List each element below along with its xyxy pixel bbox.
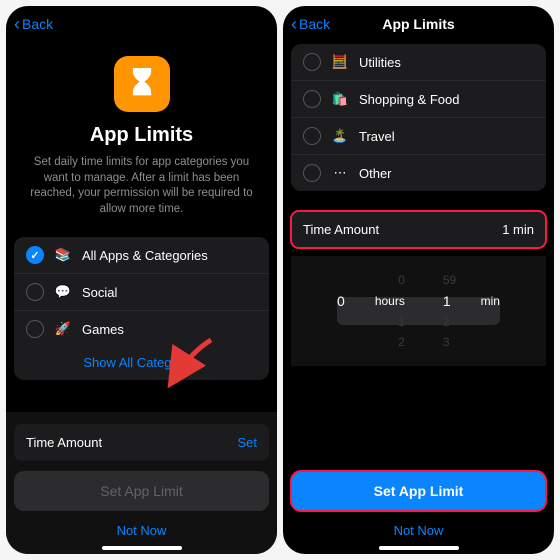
other-icon: ⋯ (331, 164, 349, 182)
category-row-other[interactable]: ⋯ Other (291, 154, 546, 191)
category-label: All Apps & Categories (82, 248, 208, 263)
picker-faded-value: 3 (443, 335, 450, 349)
category-list: 📚 All Apps & Categories 💬 Social 🚀 Games… (14, 237, 269, 380)
back-label: Back (299, 16, 330, 32)
bottom-section: Time Amount Set Set App Limit Not Now (6, 412, 277, 554)
category-label: Other (359, 166, 392, 181)
picker-min-value: 1 (443, 293, 451, 309)
category-row-social[interactable]: 💬 Social (14, 273, 269, 310)
category-row-all[interactable]: 📚 All Apps & Categories (14, 237, 269, 273)
social-icon: 💬 (54, 283, 72, 301)
home-indicator (379, 546, 459, 550)
back-label: Back (22, 16, 53, 32)
travel-icon: 🏝️ (331, 127, 349, 145)
radio-icon (26, 320, 44, 338)
picker-faded-value: 2 (398, 335, 405, 349)
page-description: Set daily time limits for app categories… (24, 155, 259, 217)
category-row-utilities[interactable]: 🧮 Utilities (291, 44, 546, 80)
category-label: Social (82, 285, 117, 300)
games-icon: 🚀 (54, 320, 72, 338)
picker-hours-value: 0 (337, 293, 345, 309)
nav-bar: ‹ Back (6, 6, 277, 42)
category-row-travel[interactable]: 🏝️ Travel (291, 117, 546, 154)
time-amount-label: Time Amount (26, 435, 102, 450)
picker-faded-value: 1 (398, 315, 405, 329)
page-title: App Limits (90, 124, 193, 147)
time-amount-label: Time Amount (303, 222, 379, 237)
radio-checked-icon (26, 246, 44, 264)
screen-left: ‹ Back App Limits Set daily time limits … (6, 6, 277, 554)
hero-section: App Limits Set daily time limits for app… (6, 42, 277, 227)
picker-hours-unit: hours (375, 294, 405, 308)
picker-faded-value: 2 (443, 315, 450, 329)
screen-right: ‹ Back App Limits 🧮 Utilities 🛍️ Shoppin… (283, 6, 554, 554)
not-now-button[interactable]: Not Now (6, 511, 277, 546)
category-label: Utilities (359, 55, 401, 70)
category-row-shopping[interactable]: 🛍️ Shopping & Food (291, 80, 546, 117)
bottom-section: Set App Limit Not Now (283, 455, 554, 554)
time-amount-row[interactable]: Time Amount Set (14, 424, 269, 461)
nav-bar: ‹ Back App Limits (283, 6, 554, 42)
back-button[interactable]: ‹ Back (14, 15, 53, 33)
time-amount-value: 1 min (502, 222, 534, 237)
chevron-left-icon: ‹ (14, 15, 20, 33)
category-label: Shopping & Food (359, 92, 459, 107)
radio-icon (26, 283, 44, 301)
hourglass-icon (128, 68, 156, 100)
time-picker[interactable]: 0 0 hours 1 2 59 1 min 2 3 (291, 256, 546, 366)
chevron-left-icon: ‹ (291, 15, 297, 33)
shopping-icon: 🛍️ (331, 90, 349, 108)
back-button[interactable]: ‹ Back (291, 15, 330, 33)
time-amount-row[interactable]: Time Amount 1 min (291, 211, 546, 248)
picker-faded-value: 59 (443, 273, 456, 287)
picker-faded-value: 0 (398, 273, 405, 287)
radio-icon (303, 90, 321, 108)
radio-icon (303, 127, 321, 145)
stack-icon: 📚 (54, 246, 72, 264)
set-app-limit-button[interactable]: Set App Limit (291, 471, 546, 511)
category-label: Travel (359, 129, 395, 144)
radio-icon (303, 164, 321, 182)
app-limits-icon (114, 56, 170, 112)
category-list: 🧮 Utilities 🛍️ Shopping & Food 🏝️ Travel… (291, 44, 546, 191)
set-app-limit-button[interactable]: Set App Limit (14, 471, 269, 511)
category-row-games[interactable]: 🚀 Games (14, 310, 269, 347)
not-now-button[interactable]: Not Now (283, 511, 554, 546)
home-indicator (102, 546, 182, 550)
category-label: Games (82, 322, 124, 337)
picker-hours-column[interactable]: 0 0 hours 1 2 (331, 273, 411, 349)
radio-icon (303, 53, 321, 71)
show-all-categories-link[interactable]: Show All Categories (14, 347, 269, 380)
utilities-icon: 🧮 (331, 53, 349, 71)
time-amount-value: Set (237, 435, 257, 450)
picker-minutes-column[interactable]: 59 1 min 2 3 (437, 273, 506, 349)
picker-min-unit: min (481, 294, 500, 308)
